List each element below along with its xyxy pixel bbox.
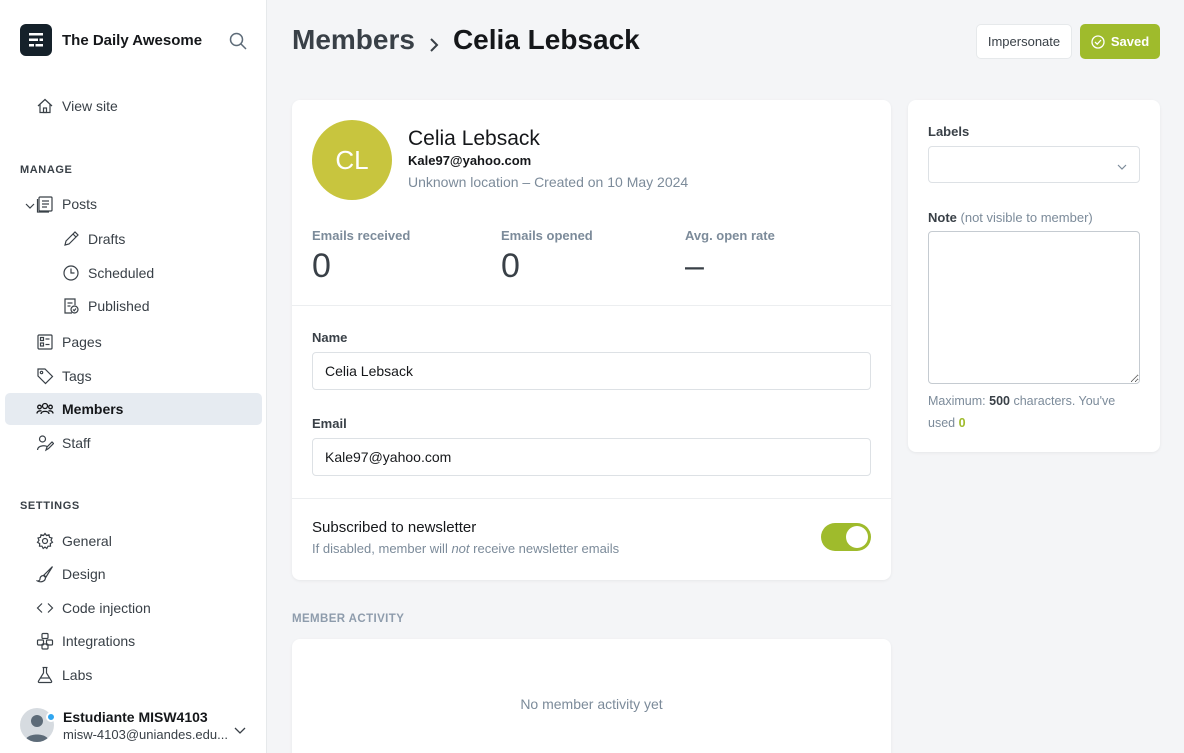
clock-icon [62, 264, 80, 282]
pencil-icon [62, 230, 80, 248]
email-input[interactable] [312, 438, 871, 476]
sidebar-item-label: Design [62, 566, 106, 582]
sidebar-item-code-injection[interactable]: Code injection [5, 592, 262, 624]
sidebar-item-label: General [62, 533, 112, 549]
published-icon [62, 297, 80, 315]
gear-icon [36, 532, 54, 550]
tag-icon [36, 367, 54, 385]
sidebar-item-scheduled[interactable]: Scheduled [5, 257, 262, 289]
member-activity-heading: MEMBER ACTIVITY [292, 613, 405, 625]
stat-label: Emails received [312, 228, 411, 243]
sidebar-item-label: Published [88, 298, 150, 314]
stat-value: 0 [312, 247, 331, 285]
sidebar-item-label: Labs [62, 667, 93, 683]
pages-icon [36, 333, 54, 351]
newsletter-description: If disabled, member will not receive new… [312, 541, 620, 556]
sidebar-item-integrations[interactable]: Integrations [5, 625, 262, 657]
sidebar-item-label: Scheduled [88, 265, 155, 281]
labels-select[interactable] [928, 146, 1140, 183]
stat-value: – [685, 247, 704, 285]
newsletter-title: Subscribed to newsletter [312, 519, 477, 536]
member-activity-card: No member activity yet [292, 639, 891, 753]
stat-emails-received: Emails received 0 [312, 228, 410, 286]
sidebar-item-design[interactable]: Design [5, 558, 262, 590]
sidebar-item-general[interactable]: General [5, 525, 262, 557]
home-icon [36, 97, 54, 115]
chevron-down-icon[interactable] [233, 723, 247, 737]
sidebar-item-label: Members [62, 401, 124, 417]
labels-note-card: Labels Note (not visible to member) Maxi… [908, 100, 1160, 452]
note-label: Note (not visible to member) [928, 210, 1093, 225]
settings-heading: SETTINGS [20, 500, 80, 512]
member-name: Celia Lebsack [408, 127, 540, 150]
sidebar-item-label: View site [62, 98, 118, 114]
stat-open-rate: Avg. open rate – [685, 228, 775, 286]
sidebar-item-label: Staff [62, 435, 91, 451]
member-details-card: CL Celia Lebsack Kale97@yahoo.com Unknow… [292, 100, 891, 580]
divider [292, 498, 891, 499]
user-menu[interactable]: Estudiante MISW4103 misw-4103@uniandes.e… [20, 708, 255, 742]
brand[interactable]: The Daily Awesome [20, 24, 202, 56]
member-meta: Unknown location – Created on 10 May 202… [408, 174, 689, 190]
brand-logo-icon [20, 24, 52, 56]
page-title: Celia Lebsack [452, 24, 640, 55]
sidebar-item-pages[interactable]: Pages [5, 326, 262, 358]
sidebar-item-label: Pages [62, 334, 102, 350]
newsletter-toggle[interactable] [821, 523, 871, 551]
name-label: Name [312, 330, 348, 345]
email-label: Email [312, 416, 347, 431]
user-email: misw-4103@uniandes.edu... [63, 726, 228, 742]
code-icon [36, 599, 54, 617]
chevron-down-icon [1116, 160, 1128, 172]
staff-icon [36, 434, 54, 452]
status-dot [46, 712, 56, 722]
brand-name: The Daily Awesome [62, 31, 203, 49]
chevron-right-icon [427, 30, 441, 52]
sidebar-item-members[interactable]: Members [5, 393, 262, 425]
member-avatar: CL [312, 120, 392, 200]
sidebar-item-label: Drafts [88, 231, 126, 247]
sidebar-item-posts[interactable]: Posts [5, 188, 262, 220]
impersonate-button[interactable]: Impersonate [976, 24, 1072, 59]
saved-button[interactable]: Saved [1080, 24, 1160, 59]
labels-label: Labels [928, 124, 970, 139]
sidebar-item-view-site[interactable]: View site [5, 90, 262, 122]
members-icon [36, 400, 54, 418]
stat-emails-opened: Emails opened 0 [501, 228, 593, 286]
flask-icon [36, 666, 54, 684]
sidebar-item-label: Posts [62, 196, 98, 212]
sidebar-item-label: Code injection [62, 600, 151, 616]
sidebar: The Daily Awesome View site MANAGE Posts… [0, 0, 267, 753]
toggle-knob [846, 526, 868, 548]
sidebar-item-drafts[interactable]: Drafts [5, 223, 262, 255]
brush-icon [36, 565, 54, 583]
sidebar-item-staff[interactable]: Staff [5, 427, 262, 459]
breadcrumb-members-link[interactable]: Members [292, 24, 415, 56]
sidebar-item-labs[interactable]: Labs [5, 659, 262, 691]
name-input[interactable] [312, 352, 871, 390]
chevron-down-icon[interactable] [24, 199, 36, 211]
integrations-icon [36, 632, 54, 650]
divider [292, 305, 891, 306]
sidebar-item-label: Integrations [62, 633, 136, 649]
user-name: Estudiante MISW4103 [63, 708, 208, 725]
manage-heading: MANAGE [20, 164, 73, 176]
note-char-counter: Maximum: 500 characters. You've used 0 [928, 394, 1116, 430]
sidebar-item-tags[interactable]: Tags [5, 360, 262, 392]
stat-label: Emails opened [501, 228, 593, 243]
note-textarea[interactable] [928, 231, 1140, 384]
activity-empty-state: No member activity yet [520, 696, 663, 712]
sidebar-item-published[interactable]: Published [5, 290, 262, 322]
saved-label: Saved [1110, 34, 1150, 49]
search-icon[interactable] [228, 31, 248, 51]
stat-value: 0 [501, 247, 520, 285]
posts-icon [36, 195, 54, 213]
member-email: Kale97@yahoo.com [408, 153, 532, 168]
breadcrumb: Members Celia Lebsack [292, 24, 640, 56]
sidebar-item-label: Tags [62, 368, 92, 384]
check-circle-icon [1091, 34, 1105, 49]
stat-label: Avg. open rate [685, 228, 775, 243]
